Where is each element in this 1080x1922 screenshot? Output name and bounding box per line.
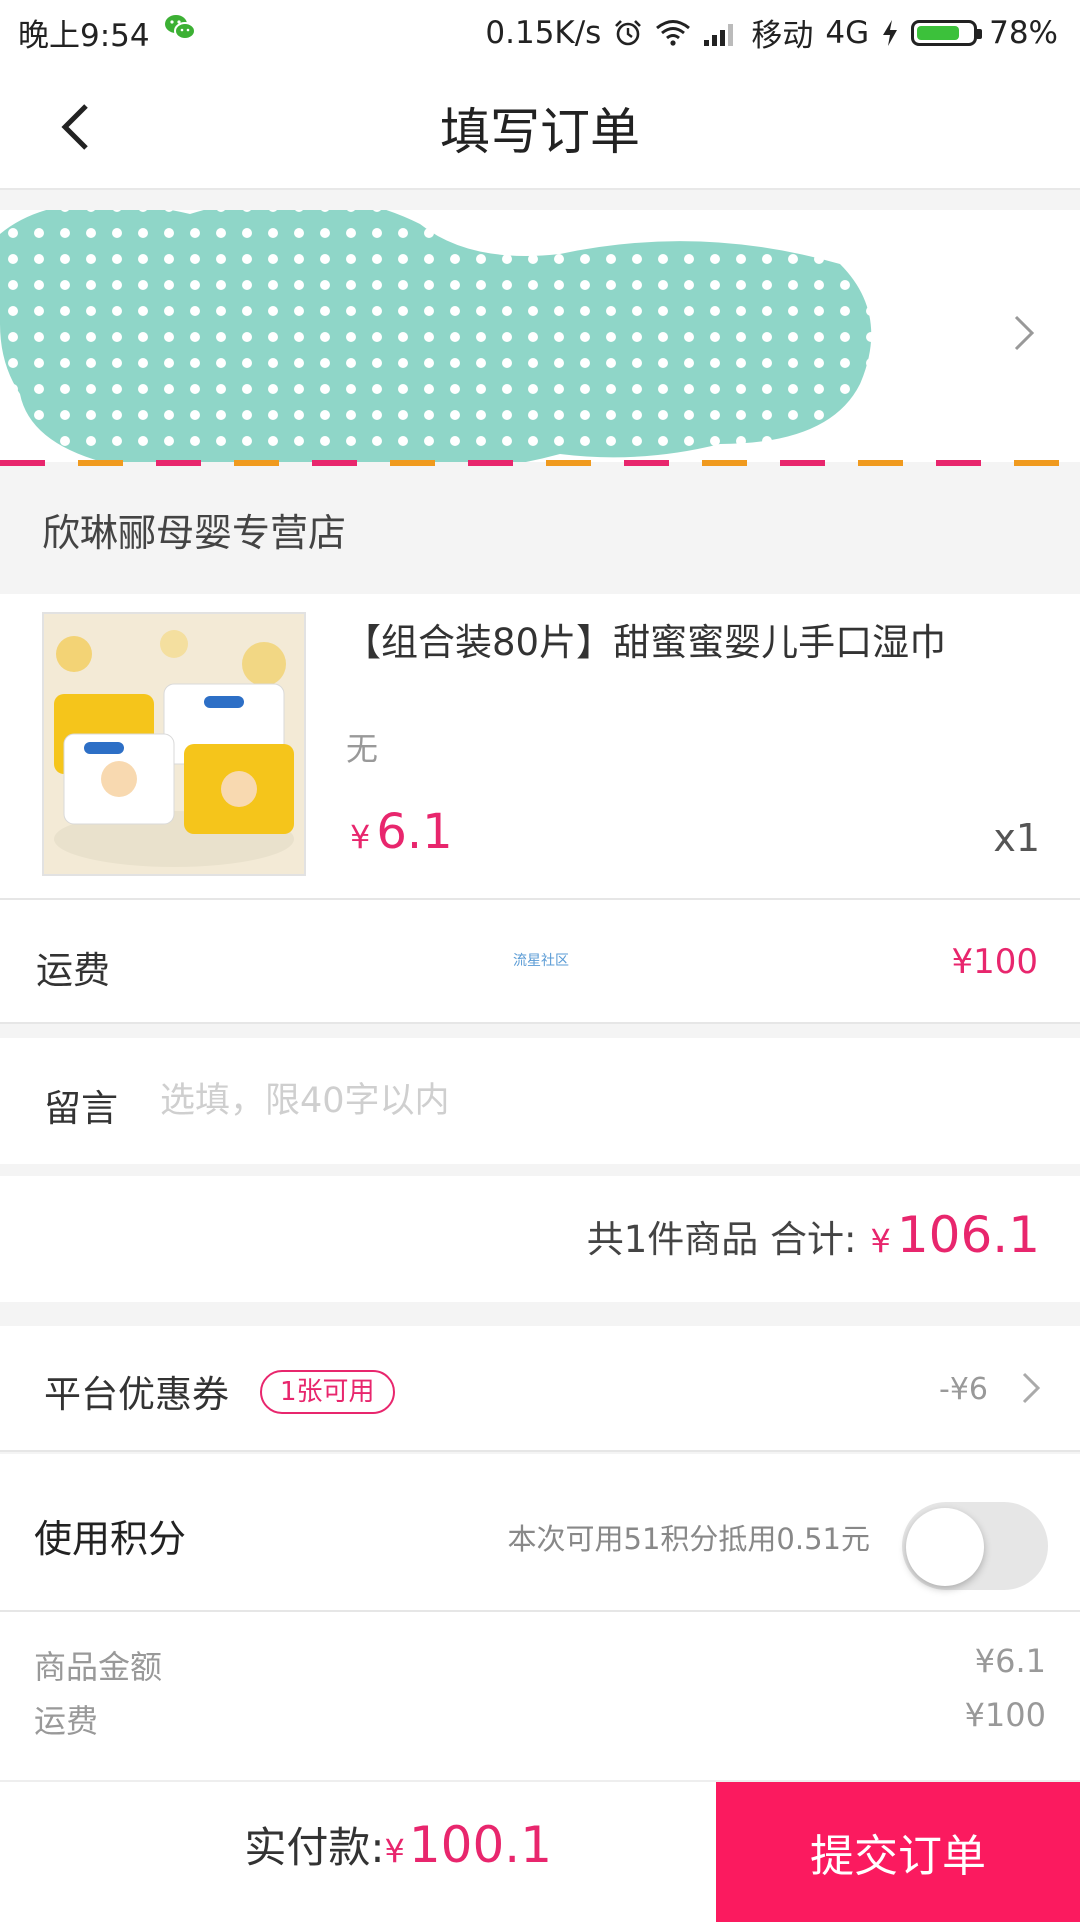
wechat-icon <box>165 15 196 40</box>
message-input[interactable] <box>150 1068 1050 1134</box>
product-currency: ¥ <box>350 818 371 856</box>
status-right: 0.15K/s 移动 4G 78% <box>485 10 1058 55</box>
points-description: 本次可用51积分抵用0.51元 <box>507 1522 870 1556</box>
submit-order-button[interactable]: 提交订单 <box>716 1782 1080 1922</box>
pay-amount: 100.1 <box>408 1816 552 1874</box>
coupon-value: -¥6 <box>939 1372 988 1407</box>
summary-row: 运费 ¥100 <box>34 1696 1046 1742</box>
page-title: 填写订单 <box>440 103 640 161</box>
carrier: 移动 <box>751 18 814 54</box>
product-price: ¥6.1 <box>350 804 453 860</box>
chevron-right-icon <box>1014 315 1035 351</box>
total-currency: ¥ <box>870 1222 891 1260</box>
points-row: 使用积分 本次可用51积分抵用0.51元 <box>0 1454 1080 1612</box>
chevron-left-icon <box>61 104 88 150</box>
toggle-knob <box>906 1508 984 1586</box>
product-quantity: x1 <box>993 816 1040 860</box>
message-row: 留言 <box>0 1038 1080 1164</box>
order-total: 共1件商品 合计: ¥ 106.1 <box>587 1206 1040 1264</box>
total-text: 共1件商品 合计: <box>586 1218 857 1261</box>
product-item[interactable]: 【组合装80片】甜蜜蜜婴儿手口湿巾 无 ¥6.1 x1 <box>0 594 1080 900</box>
signal-icon <box>704 23 734 46</box>
battery-icon <box>911 19 983 46</box>
battery-nub <box>977 28 983 39</box>
summary-value: ¥6.1 <box>974 1642 1046 1680</box>
summary-label: 商品金额 <box>34 1648 163 1686</box>
product-image <box>44 614 304 874</box>
summary-label: 运费 <box>34 1702 99 1740</box>
shipping-value: ¥100 <box>951 942 1038 982</box>
redaction-overlay <box>0 210 872 462</box>
status-bar: 晚上9:54 0.15K/s 移动 4G 78% <box>0 0 1080 62</box>
battery-percent: 78% <box>989 14 1058 51</box>
pay-currency: ¥ <box>384 1832 405 1870</box>
coupon-label: 平台优惠券 <box>44 1373 229 1416</box>
product-thumbnail <box>42 612 306 876</box>
back-button[interactable] <box>40 92 110 162</box>
wifi-icon <box>656 19 691 46</box>
bottom-bar: 实付款: ¥ 100.1 提交订单 <box>0 1780 1080 1922</box>
battery-fill <box>917 25 960 40</box>
network-speed: 0.15K/s <box>485 14 602 51</box>
points-toggle[interactable] <box>902 1502 1048 1590</box>
store-header: 欣琳郦母婴专营店 <box>0 466 1080 594</box>
network-type: 4G <box>825 14 870 51</box>
summary-value: ¥100 <box>964 1696 1046 1734</box>
charging-icon <box>883 19 898 46</box>
status-time: 晚上9:54 <box>18 18 150 54</box>
points-label: 使用积分 <box>34 1517 187 1561</box>
product-title: 【组合装80片】甜蜜蜜婴儿手口湿巾 <box>344 621 947 664</box>
product-spec: 无 <box>346 730 379 768</box>
store-name: 欣琳郦母婴专营店 <box>42 511 347 555</box>
watermark: 流星社区 <box>513 953 569 969</box>
coupon-available-badge: 1张可用 <box>260 1370 395 1414</box>
message-label: 留言 <box>44 1087 118 1130</box>
shipping-label: 运费 <box>36 949 110 992</box>
total-amount: 106.1 <box>896 1206 1040 1264</box>
alarm-icon <box>615 19 642 45</box>
coupon-row[interactable]: 平台优惠券 1张可用 -¥6 <box>0 1326 1080 1452</box>
product-price-value: 6.1 <box>376 804 453 860</box>
pay-label: 实付款: <box>244 1823 385 1872</box>
address-card[interactable] <box>0 210 1080 462</box>
nav-bar: 填写订单 <box>0 62 1080 190</box>
order-total-row: 共1件商品 合计: ¥ 106.1 <box>0 1176 1080 1302</box>
chevron-right-icon <box>1022 1372 1041 1404</box>
summary-row: 商品金额 ¥6.1 <box>34 1642 1046 1688</box>
price-summary: 商品金额 ¥6.1 运费 ¥100 <box>0 1612 1080 1780</box>
shipping-row: 运费 流星社区 ¥100 <box>0 900 1080 1024</box>
pay-amount-line: 实付款: ¥ 100.1 <box>244 1814 552 1875</box>
